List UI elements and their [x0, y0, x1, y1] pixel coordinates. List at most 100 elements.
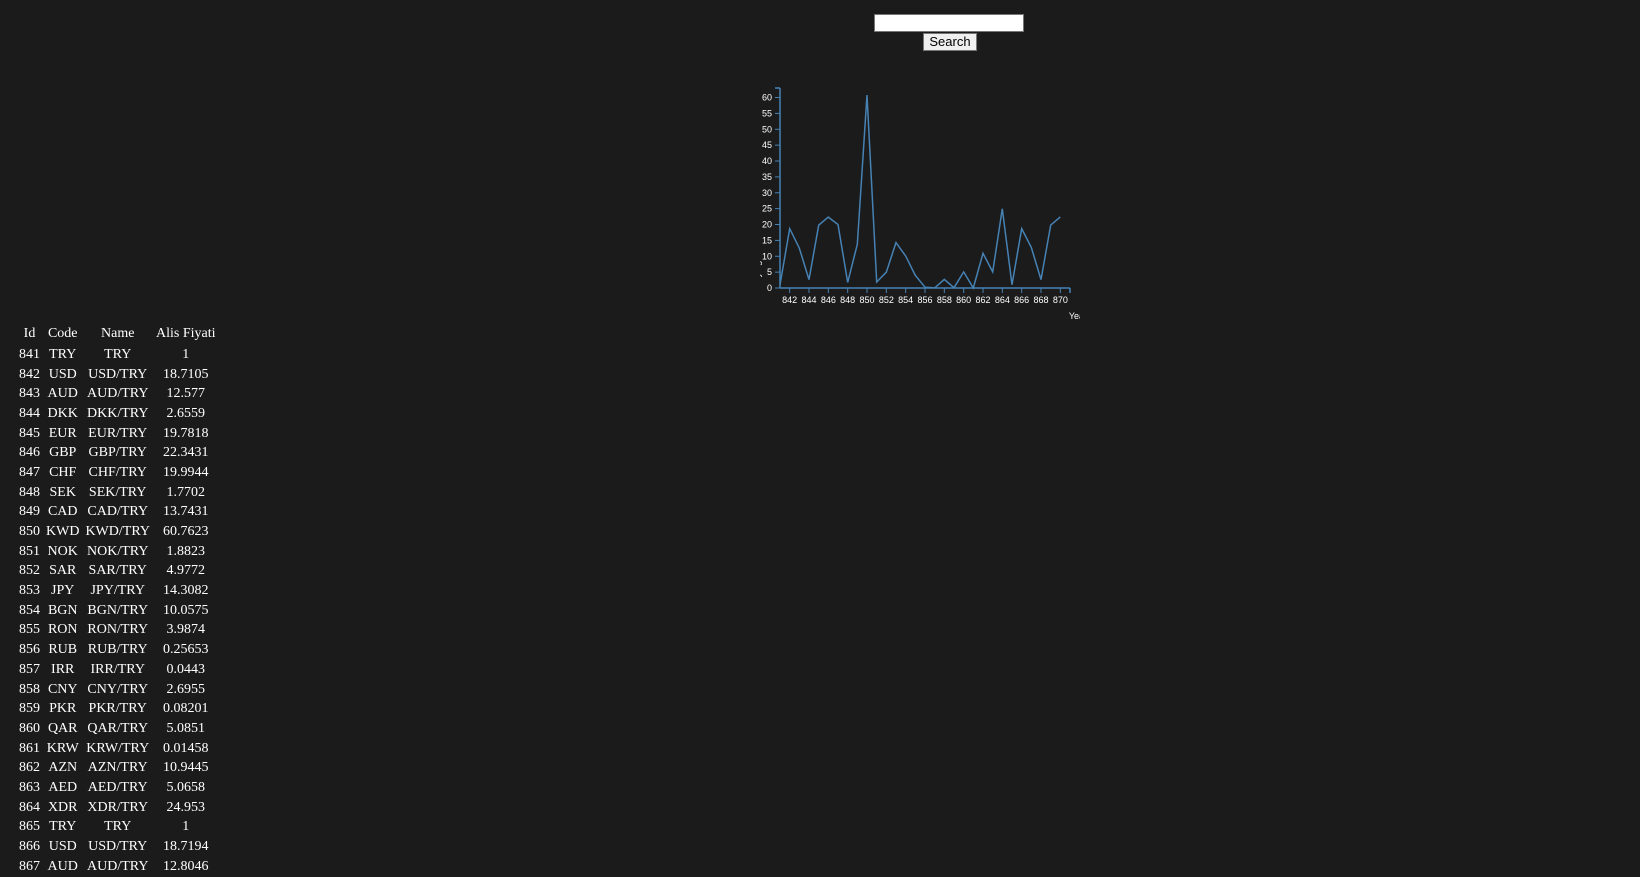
cell-code: SAR — [49, 563, 77, 579]
table-row: 850 KWD KWD/TRY 60.7623 — [16, 522, 219, 542]
cell-alis-fiyati: 1.8823 — [166, 543, 206, 559]
cell-id: 847 — [19, 464, 40, 480]
cell-name: TRY — [104, 819, 132, 835]
series-line — [779, 95, 1061, 290]
cell-code: RUB — [48, 642, 78, 658]
x-tick-label: 844 — [801, 295, 816, 305]
cell-alis-fiyati: 0.08201 — [163, 701, 209, 717]
table-header-row: Id Code Name Alis Fiyati — [16, 323, 219, 345]
table-row: 856 RUB RUB/TRY 0.25653 — [16, 640, 219, 660]
cell-code: IRR — [51, 661, 75, 677]
y-tick-label: 50 — [762, 124, 772, 134]
cell-code: XDR — [47, 799, 78, 815]
x-tick-label: 858 — [937, 295, 952, 305]
cell-id: 865 — [19, 819, 40, 835]
cell-name: SEK/TRY — [88, 484, 147, 500]
cell-alis-fiyati: 18.7194 — [163, 839, 209, 855]
x-tick-label: 842 — [782, 295, 797, 305]
cell-id: 856 — [19, 642, 40, 658]
cell-alis-fiyati: 13.7431 — [163, 504, 209, 520]
cell-name: USD/TRY — [88, 366, 148, 382]
cell-id: 854 — [19, 602, 40, 618]
cell-name: BGN/TRY — [87, 602, 149, 618]
cell-code: AUD — [47, 386, 78, 402]
cell-code: PKR — [49, 701, 77, 717]
cell-code: JPY — [51, 583, 75, 599]
y-tick-label: 20 — [762, 220, 772, 230]
y-tick-label: 5 — [767, 267, 772, 277]
x-tick-label: 862 — [975, 295, 990, 305]
table-row: 860 QAR QAR/TRY 5.0851 — [16, 719, 219, 739]
cell-name: PKR/TRY — [88, 701, 147, 717]
cell-name: RON/TRY — [87, 622, 149, 638]
x-tick-label: 850 — [859, 295, 874, 305]
cell-name: AUD/TRY — [86, 858, 149, 874]
cell-id: 842 — [19, 366, 40, 382]
cell-name: IRR/TRY — [90, 661, 145, 677]
cell-name: AUD/TRY — [86, 386, 149, 402]
cell-name: SAR/TRY — [88, 563, 147, 579]
cell-alis-fiyati: 3.9874 — [166, 622, 206, 638]
y-tick-label: 60 — [762, 93, 772, 103]
cell-name: AZN/TRY — [87, 760, 148, 776]
search-bar: Search — [874, 14, 1026, 51]
cell-id: 858 — [19, 681, 40, 697]
table-row: 855 RON RON/TRY 3.9874 — [16, 621, 219, 641]
y-tick-label: 40 — [762, 156, 772, 166]
cell-id: 841 — [19, 346, 40, 362]
header-id: Id — [23, 326, 36, 341]
table-row: 846 GBP GBP/TRY 22.3431 — [16, 443, 219, 463]
cell-alis-fiyati: 5.0658 — [166, 779, 206, 795]
x-tick-label: 856 — [917, 295, 932, 305]
search-input[interactable] — [874, 14, 1024, 32]
x-tick-label: 860 — [956, 295, 971, 305]
x-tick-label: 846 — [821, 295, 836, 305]
cell-name: DKK/TRY — [86, 405, 149, 421]
table-row: 845 EUR EUR/TRY 19.7818 — [16, 424, 219, 444]
cell-alis-fiyati: 1.7702 — [166, 484, 206, 500]
cell-alis-fiyati: 1 — [182, 819, 190, 835]
header-alis-fiyati: Alis Fiyati — [156, 326, 216, 341]
cell-name: XDR/TRY — [87, 799, 149, 815]
cell-name: GBP/TRY — [88, 445, 147, 461]
table-row: 867 AUD AUD/TRY 12.8046 — [16, 857, 219, 877]
cell-code: DKK — [47, 405, 78, 421]
currency-table: Id Code Name Alis Fiyati 841 TRY TRY 1 842 USD US… — [16, 323, 219, 877]
cell-name: RUB/TRY — [87, 642, 148, 658]
table-row: 858 CNY CNY/TRY 2.6955 — [16, 680, 219, 700]
cell-id: 864 — [19, 799, 40, 815]
table-row: 849 CAD CAD/TRY 13.7431 — [16, 503, 219, 523]
cell-alis-fiyati: 1 — [182, 346, 190, 362]
y-tick-label: 35 — [762, 172, 772, 182]
cell-id: 845 — [19, 425, 40, 441]
x-tick-label: 868 — [1033, 295, 1048, 305]
cell-code: USD — [48, 839, 77, 855]
cell-id: 846 — [19, 445, 40, 461]
cell-name: USD/TRY — [88, 839, 148, 855]
table-row: 847 CHF CHF/TRY 19.9944 — [16, 463, 219, 483]
x-tick-label: 870 — [1053, 295, 1068, 305]
x-tick-label: 866 — [1014, 295, 1029, 305]
cell-code: EUR — [48, 425, 77, 441]
cell-alis-fiyati: 19.9944 — [163, 464, 209, 480]
cell-name: EUR/TRY — [88, 425, 148, 441]
cell-code: BGN — [47, 602, 78, 618]
header-name: Name — [101, 326, 135, 341]
cell-name: KWD/TRY — [85, 524, 150, 540]
cell-name: JPY/TRY — [90, 583, 145, 599]
cell-code: KRW — [46, 740, 79, 756]
cell-code: SEK — [49, 484, 76, 500]
table-row: 857 IRR IRR/TRY 0.0443 — [16, 660, 219, 680]
search-button[interactable]: Search — [923, 33, 977, 51]
cell-code: CNY — [47, 681, 78, 697]
y-tick-label: 10 — [762, 251, 772, 261]
cell-code: KWD — [46, 524, 80, 540]
cell-code: TRY — [49, 346, 77, 362]
table-row: 851 NOK NOK/TRY 1.8823 — [16, 542, 219, 562]
cell-code: AZN — [48, 760, 78, 776]
table-row: 842 USD USD/TRY 18.7105 — [16, 365, 219, 385]
table-body: 841 TRY TRY 1 842 USD USD/TRY 18.7105 843 AUD AUD/… — [16, 345, 219, 877]
table-row: 862 AZN AZN/TRY 10.9445 — [16, 758, 219, 778]
cell-id: 844 — [19, 405, 40, 421]
table-row: 854 BGN BGN/TRY 10.0575 — [16, 601, 219, 621]
